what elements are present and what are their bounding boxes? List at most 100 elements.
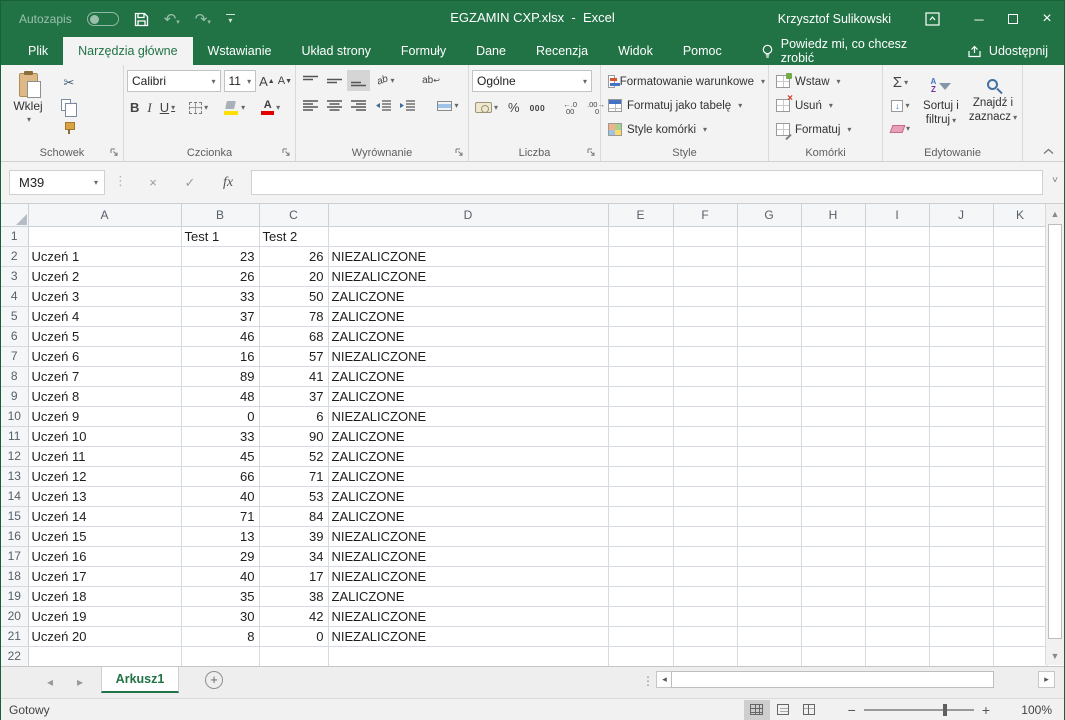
- cell-I20[interactable]: [865, 606, 929, 626]
- cell-G6[interactable]: [737, 326, 801, 346]
- cell-C21[interactable]: 0: [259, 626, 328, 646]
- cell-B22[interactable]: [181, 646, 259, 666]
- align-center-button[interactable]: [323, 95, 346, 116]
- paste-button[interactable]: Wklej: [4, 70, 52, 144]
- cell-C3[interactable]: 20: [259, 266, 328, 286]
- cell-E21[interactable]: [608, 626, 673, 646]
- cell-B17[interactable]: 29: [181, 546, 259, 566]
- grow-font-button[interactable]: A▲: [259, 74, 275, 89]
- font-dialog-launcher-icon[interactable]: [282, 148, 291, 157]
- cell-B2[interactable]: 23: [181, 246, 259, 266]
- cell-D5[interactable]: ZALICZONE: [328, 306, 608, 326]
- cell-F13[interactable]: [673, 466, 737, 486]
- cell-H13[interactable]: [801, 466, 865, 486]
- row-header-14[interactable]: 14: [1, 486, 28, 506]
- cell-B14[interactable]: 40: [181, 486, 259, 506]
- cell-D19[interactable]: ZALICZONE: [328, 586, 608, 606]
- cell-G14[interactable]: [737, 486, 801, 506]
- cell-K1[interactable]: [993, 226, 1047, 246]
- cell-F12[interactable]: [673, 446, 737, 466]
- cell-K20[interactable]: [993, 606, 1047, 626]
- accounting-format-button[interactable]: [472, 97, 501, 118]
- font-color-button[interactable]: A: [258, 97, 283, 118]
- cell-B10[interactable]: 0: [181, 406, 259, 426]
- row-header-19[interactable]: 19: [1, 586, 28, 606]
- ribbon-tab-4[interactable]: Formuły: [386, 37, 461, 65]
- row-header-3[interactable]: 3: [1, 266, 28, 286]
- row-header-7[interactable]: 7: [1, 346, 28, 366]
- cell-E3[interactable]: [608, 266, 673, 286]
- prev-sheet-icon[interactable]: ◂: [47, 675, 53, 689]
- cell-G17[interactable]: [737, 546, 801, 566]
- cell-B5[interactable]: 37: [181, 306, 259, 326]
- cell-B19[interactable]: 35: [181, 586, 259, 606]
- cell-C2[interactable]: 26: [259, 246, 328, 266]
- cell-H20[interactable]: [801, 606, 865, 626]
- cell-H7[interactable]: [801, 346, 865, 366]
- cell-E18[interactable]: [608, 566, 673, 586]
- cell-F10[interactable]: [673, 406, 737, 426]
- clipboard-dialog-launcher-icon[interactable]: [110, 148, 119, 157]
- cell-J2[interactable]: [929, 246, 993, 266]
- cell-H14[interactable]: [801, 486, 865, 506]
- row-header-13[interactable]: 13: [1, 466, 28, 486]
- align-bottom-button[interactable]: [347, 70, 370, 91]
- cell-B1[interactable]: Test 1: [181, 226, 259, 246]
- row-header-11[interactable]: 11: [1, 426, 28, 446]
- cell-E13[interactable]: [608, 466, 673, 486]
- cell-J8[interactable]: [929, 366, 993, 386]
- cell-H18[interactable]: [801, 566, 865, 586]
- cell-B6[interactable]: 46: [181, 326, 259, 346]
- collapse-ribbon-icon[interactable]: [1043, 148, 1054, 155]
- cell-D15[interactable]: ZALICZONE: [328, 506, 608, 526]
- font-name-combo[interactable]: Calibri▾: [127, 70, 221, 92]
- horizontal-scrollbar[interactable]: ◂ ▸: [656, 671, 1056, 689]
- cell-E9[interactable]: [608, 386, 673, 406]
- formula-input[interactable]: [251, 170, 1043, 195]
- cell-I4[interactable]: [865, 286, 929, 306]
- cell-H1[interactable]: [801, 226, 865, 246]
- cell-B11[interactable]: 33: [181, 426, 259, 446]
- cell-A13[interactable]: Uczeń 12: [28, 466, 181, 486]
- ribbon-tab-3[interactable]: Układ strony: [286, 37, 385, 65]
- column-header-K[interactable]: K: [993, 204, 1047, 226]
- cell-J7[interactable]: [929, 346, 993, 366]
- cell-G12[interactable]: [737, 446, 801, 466]
- cell-A8[interactable]: Uczeń 7: [28, 366, 181, 386]
- cell-K9[interactable]: [993, 386, 1047, 406]
- decrease-indent-button[interactable]: [371, 95, 394, 116]
- ribbon-tab-7[interactable]: Widok: [603, 37, 668, 65]
- cell-F7[interactable]: [673, 346, 737, 366]
- delete-cells-button[interactable]: Usuń: [772, 95, 879, 116]
- cell-H5[interactable]: [801, 306, 865, 326]
- cell-E15[interactable]: [608, 506, 673, 526]
- cell-E2[interactable]: [608, 246, 673, 266]
- cell-C13[interactable]: 71: [259, 466, 328, 486]
- cell-K21[interactable]: [993, 626, 1047, 646]
- cell-F11[interactable]: [673, 426, 737, 446]
- row-header-15[interactable]: 15: [1, 506, 28, 526]
- sheet-tab-arkusz1[interactable]: Arkusz1: [101, 667, 179, 693]
- ribbon-display-options-icon[interactable]: [925, 12, 940, 26]
- align-right-button[interactable]: [347, 95, 370, 116]
- redo-icon[interactable]: ↷▾: [195, 12, 211, 27]
- cell-D21[interactable]: NIEZALICZONE: [328, 626, 608, 646]
- cell-J11[interactable]: [929, 426, 993, 446]
- alignment-dialog-launcher-icon[interactable]: [455, 148, 464, 157]
- cell-C19[interactable]: 38: [259, 586, 328, 606]
- cell-D13[interactable]: ZALICZONE: [328, 466, 608, 486]
- cell-A6[interactable]: Uczeń 5: [28, 326, 181, 346]
- cell-C4[interactable]: 50: [259, 286, 328, 306]
- ribbon-tab-8[interactable]: Pomoc: [668, 37, 737, 65]
- cell-J9[interactable]: [929, 386, 993, 406]
- cell-A11[interactable]: Uczeń 10: [28, 426, 181, 446]
- cell-I9[interactable]: [865, 386, 929, 406]
- cell-D17[interactable]: NIEZALICZONE: [328, 546, 608, 566]
- underline-button[interactable]: U: [157, 97, 178, 118]
- cell-J14[interactable]: [929, 486, 993, 506]
- cell-E4[interactable]: [608, 286, 673, 306]
- number-dialog-launcher-icon[interactable]: [587, 148, 596, 157]
- cell-B18[interactable]: 40: [181, 566, 259, 586]
- cell-C15[interactable]: 84: [259, 506, 328, 526]
- borders-button[interactable]: [186, 97, 211, 118]
